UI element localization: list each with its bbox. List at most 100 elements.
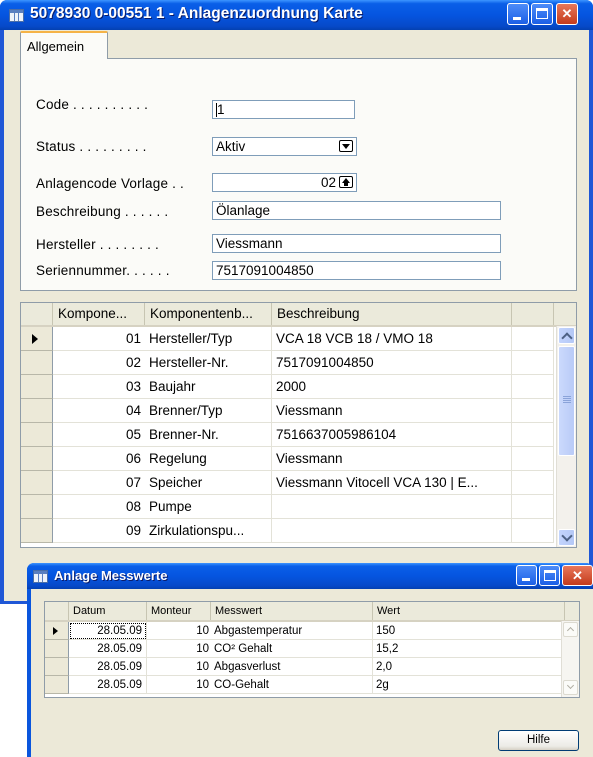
row-selector[interactable]: [21, 495, 53, 519]
cell-komponente[interactable]: Zirkulationspu...: [145, 519, 272, 543]
cell-nr[interactable]: 09: [53, 519, 145, 543]
table-row[interactable]: 04 Brenner/Typ Viessmann: [21, 399, 554, 423]
scroll-up-button[interactable]: [558, 327, 575, 344]
table-row[interactable]: 01 Hersteller/Typ VCA 18 VCB 18 / VMO 18: [21, 327, 554, 351]
close-button[interactable]: ✕: [556, 3, 578, 25]
row-selector[interactable]: [45, 658, 69, 676]
cell-messwert[interactable]: CO² Gehalt: [211, 640, 373, 658]
row-selector[interactable]: [21, 519, 53, 543]
cell-beschreibung[interactable]: Viessmann: [272, 399, 512, 423]
maximize-button[interactable]: [539, 565, 560, 586]
minimize-button[interactable]: [507, 3, 529, 25]
row-selector[interactable]: [45, 676, 69, 694]
col-header-wert[interactable]: Wert: [373, 602, 565, 620]
scroll-up-button[interactable]: [563, 622, 578, 637]
col-header-komponentenb[interactable]: Komponentenb...: [145, 303, 272, 325]
cell-extra[interactable]: [512, 519, 554, 543]
cell-messwert[interactable]: Abgastemperatur: [211, 622, 373, 640]
cell-nr[interactable]: 02: [53, 351, 145, 375]
cell-beschreibung[interactable]: 2000: [272, 375, 512, 399]
beschreibung-field[interactable]: Ölanlage: [212, 201, 501, 220]
cell-beschreibung[interactable]: Viessmann Vitocell VCA 130 | E...: [272, 471, 512, 495]
minimize-button[interactable]: [516, 565, 537, 586]
table-row[interactable]: 03 Baujahr 2000: [21, 375, 554, 399]
col-header-monteur[interactable]: Monteur: [147, 602, 211, 620]
cell-wert[interactable]: 2,0: [373, 658, 563, 676]
col-header-beschreibung[interactable]: Beschreibung: [272, 303, 512, 325]
cell-nr[interactable]: 04: [53, 399, 145, 423]
cell-komponente[interactable]: Brenner/Typ: [145, 399, 272, 423]
dropdown-arrow-icon[interactable]: [339, 140, 353, 152]
table-row[interactable]: 09 Zirkulationspu...: [21, 519, 554, 543]
cell-wert[interactable]: 15,2: [373, 640, 563, 658]
table-row[interactable]: 02 Hersteller-Nr. 7517091004850: [21, 351, 554, 375]
row-selector[interactable]: [21, 447, 53, 471]
cell-monteur[interactable]: 10: [147, 658, 211, 676]
vorlage-field[interactable]: 02: [212, 173, 357, 192]
cell-beschreibung[interactable]: VCA 18 VCB 18 / VMO 18: [272, 327, 512, 351]
close-button[interactable]: ✕: [562, 565, 593, 586]
cell-komponente[interactable]: Pumpe: [145, 495, 272, 519]
lookup-arrow-icon[interactable]: [339, 176, 353, 188]
messwerte-titlebar[interactable]: Anlage Messwerte ✕: [27, 563, 593, 589]
cell-komponente[interactable]: Baujahr: [145, 375, 272, 399]
table-row[interactable]: 05 Brenner-Nr. 7516637005986104: [21, 423, 554, 447]
cell-extra[interactable]: [512, 375, 554, 399]
cell-monteur[interactable]: 10: [147, 640, 211, 658]
cell-datum[interactable]: 28.05.09: [69, 658, 147, 676]
main-titlebar[interactable]: 5078930 0-00551 1 - Anlagenzuordnung Kar…: [0, 0, 593, 30]
table-row[interactable]: 28.05.09 10 Abgasverlust 2,0: [45, 658, 563, 676]
hersteller-field[interactable]: Viessmann: [212, 234, 501, 253]
cell-nr[interactable]: 01: [53, 327, 145, 351]
scroll-thumb[interactable]: [558, 346, 575, 456]
messwerte-vertical-scrollbar[interactable]: [561, 621, 579, 697]
cell-beschreibung[interactable]: Viessmann: [272, 447, 512, 471]
cell-datum[interactable]: 28.05.09: [69, 676, 147, 694]
seriennummer-field[interactable]: 7517091004850: [212, 261, 501, 280]
row-selector[interactable]: [45, 640, 69, 658]
cell-beschreibung[interactable]: 7516637005986104: [272, 423, 512, 447]
col-header-kompone[interactable]: Kompone...: [53, 303, 145, 325]
cell-datum[interactable]: 28.05.09: [69, 622, 147, 640]
col-header-datum[interactable]: Datum: [69, 602, 147, 620]
row-selector-current[interactable]: [21, 327, 53, 351]
cell-komponente[interactable]: Hersteller/Typ: [145, 327, 272, 351]
cell-nr[interactable]: 03: [53, 375, 145, 399]
scroll-down-button[interactable]: [563, 680, 578, 695]
table-row[interactable]: 28.05.09 10 CO² Gehalt 15,2: [45, 640, 563, 658]
cell-extra[interactable]: [512, 423, 554, 447]
table-row[interactable]: 28.05.09 10 CO-Gehalt 2g: [45, 676, 563, 694]
cell-komponente[interactable]: Speicher: [145, 471, 272, 495]
table-row[interactable]: 07 Speicher Viessmann Vitocell VCA 130 |…: [21, 471, 554, 495]
cell-monteur[interactable]: 10: [147, 622, 211, 640]
cell-nr[interactable]: 07: [53, 471, 145, 495]
grid-vertical-scrollbar[interactable]: [556, 326, 576, 547]
table-row[interactable]: 06 Regelung Viessmann: [21, 447, 554, 471]
table-row[interactable]: 08 Pumpe: [21, 495, 554, 519]
cell-beschreibung[interactable]: 7517091004850: [272, 351, 512, 375]
cell-nr[interactable]: 08: [53, 495, 145, 519]
cell-komponente[interactable]: Brenner-Nr.: [145, 423, 272, 447]
cell-extra[interactable]: [512, 495, 554, 519]
tab-allgemein[interactable]: Allgemein: [20, 31, 108, 59]
cell-extra[interactable]: [512, 399, 554, 423]
cell-extra[interactable]: [512, 351, 554, 375]
cell-monteur[interactable]: 10: [147, 676, 211, 694]
cell-messwert[interactable]: Abgasverlust: [211, 658, 373, 676]
cell-datum[interactable]: 28.05.09: [69, 640, 147, 658]
cell-komponente[interactable]: Hersteller-Nr.: [145, 351, 272, 375]
code-field[interactable]: 1: [212, 100, 355, 119]
cell-wert[interactable]: 150: [373, 622, 563, 640]
cell-wert[interactable]: 2g: [373, 676, 563, 694]
row-selector[interactable]: [21, 471, 53, 495]
cell-extra[interactable]: [512, 471, 554, 495]
status-dropdown[interactable]: Aktiv: [212, 137, 357, 156]
cell-messwert[interactable]: CO-Gehalt: [211, 676, 373, 694]
row-selector[interactable]: [21, 351, 53, 375]
help-button[interactable]: Hilfe: [498, 730, 579, 751]
cell-komponente[interactable]: Regelung: [145, 447, 272, 471]
cell-nr[interactable]: 06: [53, 447, 145, 471]
cell-beschreibung[interactable]: [272, 495, 512, 519]
cell-nr[interactable]: 05: [53, 423, 145, 447]
cell-beschreibung[interactable]: [272, 519, 512, 543]
